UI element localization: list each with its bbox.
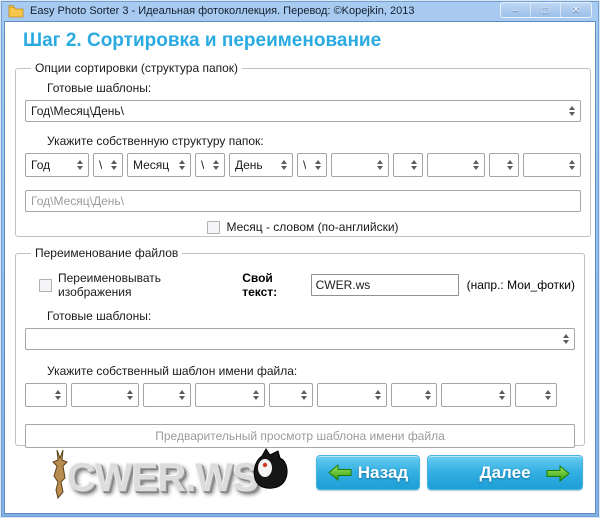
spinner-icon[interactable] bbox=[249, 390, 259, 400]
structure-part-select[interactable] bbox=[523, 153, 581, 177]
structure-part-select[interactable] bbox=[427, 153, 485, 177]
custom-pattern-label: Укажите собственный шаблон имени файла: bbox=[47, 364, 298, 378]
spinner-icon[interactable] bbox=[565, 160, 575, 170]
spinner-icon[interactable] bbox=[107, 160, 117, 170]
spinner-icon[interactable] bbox=[371, 390, 381, 400]
month-word-label: Месяц - словом (по-английски) bbox=[226, 220, 399, 234]
logo-text: CWER.WS bbox=[67, 456, 259, 500]
custom-structure-label: Укажите собственную структуру папок: bbox=[47, 134, 264, 148]
pattern-part-select[interactable] bbox=[71, 383, 139, 407]
spinner-icon[interactable] bbox=[565, 106, 575, 116]
window-title: Easy Photo Sorter 3 - Идеальная фотоколл… bbox=[30, 5, 415, 17]
spinner-icon[interactable] bbox=[123, 390, 133, 400]
own-text-hint: (напр.: Мои_фотки) bbox=[466, 278, 575, 292]
spinner-icon[interactable] bbox=[421, 390, 431, 400]
arrow-left-icon bbox=[328, 464, 352, 481]
spinner-icon[interactable] bbox=[541, 390, 551, 400]
filename-preview-field: Предварительный просмотр шаблона имени ф… bbox=[25, 424, 575, 448]
spinner-icon[interactable] bbox=[175, 160, 185, 170]
spinner-icon[interactable] bbox=[503, 160, 513, 170]
spinner-icon[interactable] bbox=[311, 160, 321, 170]
pattern-part-select[interactable] bbox=[143, 383, 191, 407]
cwer-watermark: CWER.WS bbox=[49, 448, 290, 500]
separator-select[interactable] bbox=[489, 153, 519, 177]
own-text-label: Свой текст: bbox=[242, 271, 278, 299]
pattern-part-select[interactable] bbox=[269, 383, 313, 407]
folder-app-icon bbox=[8, 5, 24, 18]
spinner-icon[interactable] bbox=[73, 160, 83, 170]
folder-structure-row: Год \ Месяц \ День \ bbox=[25, 153, 581, 177]
window-controls: – □ ✕ bbox=[500, 2, 592, 18]
rename-images-checkbox[interactable] bbox=[39, 278, 52, 292]
month-word-option[interactable]: Месяц - словом (по-английски) bbox=[25, 220, 581, 234]
own-text-input[interactable] bbox=[310, 274, 459, 296]
spinner-icon[interactable] bbox=[51, 390, 61, 400]
spinner-icon[interactable] bbox=[495, 390, 505, 400]
back-button[interactable]: Назад bbox=[316, 455, 420, 490]
folder-template-select[interactable]: Год\Месяц\День\ bbox=[25, 100, 581, 122]
close-button[interactable]: ✕ bbox=[561, 3, 591, 17]
titlebar[interactable]: Easy Photo Sorter 3 - Идеальная фотоколл… bbox=[0, 0, 600, 22]
cat-mascot-icon bbox=[253, 448, 288, 489]
rename-images-option[interactable]: Переименовывать изображения bbox=[39, 271, 216, 299]
pattern-part-select[interactable] bbox=[195, 383, 265, 407]
client-area: Шаг 2. Сортировка и переименование Опции… bbox=[4, 21, 596, 514]
separator-select[interactable]: \ bbox=[297, 153, 327, 177]
folder-template-value: Год\Месяц\День\ bbox=[31, 104, 124, 118]
structure-preview-field: Год\Месяц\День\ bbox=[25, 190, 581, 212]
structure-part-select[interactable]: Год bbox=[25, 153, 89, 177]
ready-templates-label: Готовые шаблоны: bbox=[47, 81, 152, 95]
spinner-icon[interactable] bbox=[559, 334, 569, 344]
structure-part-select[interactable]: День bbox=[229, 153, 293, 177]
separator-select[interactable] bbox=[393, 153, 423, 177]
back-button-label: Назад bbox=[357, 462, 409, 482]
separator-select[interactable]: \ bbox=[195, 153, 225, 177]
rename-options-row: Переименовывать изображения Свой текст: … bbox=[39, 271, 575, 299]
filename-template-select[interactable] bbox=[25, 328, 575, 350]
page-title: Шаг 2. Сортировка и переименование bbox=[23, 30, 382, 51]
spinner-icon[interactable] bbox=[175, 390, 185, 400]
next-button[interactable]: Далее bbox=[427, 455, 583, 490]
spinner-icon[interactable] bbox=[373, 160, 383, 170]
filename-pattern-row bbox=[25, 383, 575, 407]
spinner-icon[interactable] bbox=[469, 160, 479, 170]
sorting-options-group: Опции сортировки (структура папок) Готов… bbox=[15, 61, 591, 237]
renaming-group-title: Переименование файлов bbox=[35, 246, 179, 260]
rename-images-label: Переименовывать изображения bbox=[58, 271, 161, 299]
spinner-icon[interactable] bbox=[297, 390, 307, 400]
structure-part-select[interactable] bbox=[331, 153, 389, 177]
minimize-button[interactable]: – bbox=[501, 3, 531, 17]
spinner-icon[interactable] bbox=[209, 160, 219, 170]
ready-templates-label: Готовые шаблоны: bbox=[47, 309, 152, 323]
footer: CWER.WS Назад Далее bbox=[15, 446, 585, 500]
sorting-group-title: Опции сортировки (структура папок) bbox=[35, 61, 239, 75]
pattern-part-select[interactable] bbox=[391, 383, 437, 407]
pattern-part-select[interactable] bbox=[515, 383, 557, 407]
spinner-icon[interactable] bbox=[277, 160, 287, 170]
app-window: Easy Photo Sorter 3 - Идеальная фотоколл… bbox=[0, 0, 600, 518]
pattern-part-select[interactable] bbox=[25, 383, 67, 407]
next-button-label: Далее bbox=[479, 462, 531, 482]
separator-select[interactable]: \ bbox=[93, 153, 123, 177]
maximize-button[interactable]: □ bbox=[531, 3, 561, 17]
month-word-checkbox[interactable] bbox=[207, 220, 221, 234]
pattern-part-select[interactable] bbox=[317, 383, 387, 407]
wizard-buttons: Назад Далее bbox=[316, 455, 583, 490]
arrow-right-icon bbox=[546, 465, 570, 482]
file-renaming-group: Переименование файлов Переименовывать из… bbox=[15, 246, 585, 448]
structure-part-select[interactable]: Месяц bbox=[127, 153, 191, 177]
pattern-part-select[interactable] bbox=[441, 383, 511, 407]
spinner-icon[interactable] bbox=[407, 160, 417, 170]
